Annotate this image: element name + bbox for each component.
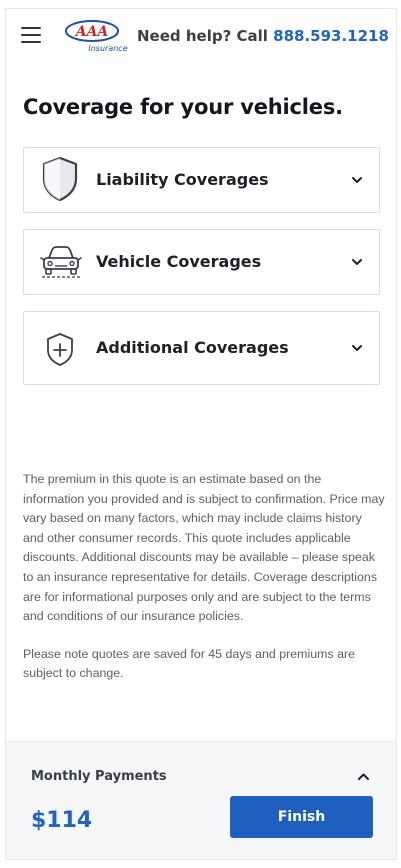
disclaimer-paragraph: The premium in this quote is an estimate… <box>23 472 385 624</box>
chevron-down-icon[interactable] <box>351 344 363 352</box>
disclaimer: The premium in this quote is an estimate… <box>23 470 385 702</box>
aaa-logo[interactable]: AAA Insurance <box>64 19 128 53</box>
help-text: Need help? Call 888.593.1218 <box>137 27 389 45</box>
app-frame: AAA Insurance Need help? Call 888.593.12… <box>5 8 397 860</box>
coverage-label-additional: Additional Coverages <box>96 338 289 357</box>
help-phone-link[interactable]: 888.593.1218 <box>273 27 389 45</box>
help-prefix: Need help? Call <box>137 27 274 45</box>
monthly-payments-footer: Monthly Payments $114 Finish <box>6 741 396 859</box>
logo-subtext: Insurance <box>88 44 127 53</box>
hamburger-menu-icon[interactable] <box>21 27 41 43</box>
chevron-down-icon[interactable] <box>351 176 363 184</box>
coverage-card-vehicle[interactable]: Vehicle Coverages <box>23 229 380 295</box>
shield-icon <box>42 156 78 202</box>
chevron-down-icon[interactable] <box>351 258 363 266</box>
car-icon <box>40 246 82 278</box>
monthly-payments-label: Monthly Payments <box>31 769 167 784</box>
page-title: Coverage for your vehicles. <box>23 95 343 119</box>
logo-text: AAA <box>74 24 109 40</box>
chevron-up-icon[interactable] <box>357 772 370 781</box>
finish-button[interactable]: Finish <box>230 796 373 838</box>
coverage-label-vehicle: Vehicle Coverages <box>96 252 262 271</box>
shield-plus-icon <box>47 333 73 366</box>
coverage-card-additional[interactable]: Additional Coverages <box>23 311 380 385</box>
coverage-label-liability: Liability Coverages <box>96 170 269 189</box>
header: AAA Insurance Need help? Call 888.593.12… <box>6 9 396 61</box>
monthly-payment-amount: $114 <box>31 808 93 833</box>
disclaimer-paragraph: Please note quotes are saved for 45 days… <box>23 646 355 681</box>
coverage-card-liability[interactable]: Liability Coverages <box>23 147 380 213</box>
